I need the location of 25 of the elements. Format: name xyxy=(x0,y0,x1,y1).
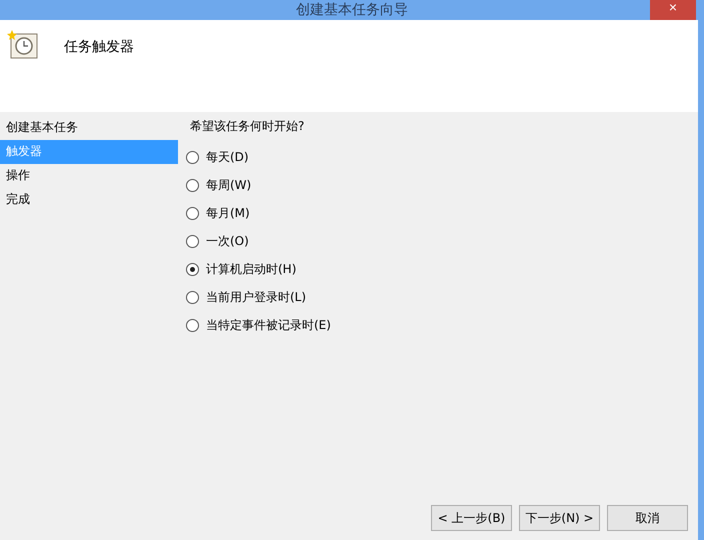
radio-button[interactable] xyxy=(186,262,199,276)
radio-button[interactable] xyxy=(186,178,199,192)
option-label[interactable]: 每周(W) xyxy=(206,176,252,194)
step-item[interactable]: 操作 xyxy=(0,164,178,188)
radio-button[interactable] xyxy=(186,290,199,304)
option-label[interactable]: 计算机启动时(H) xyxy=(206,260,296,278)
radio-button[interactable] xyxy=(186,150,199,164)
radio-button[interactable] xyxy=(186,318,199,332)
option-label[interactable]: 一次(O) xyxy=(206,232,249,250)
clock-icon xyxy=(6,30,40,60)
back-button[interactable]: < 上一步(B) xyxy=(431,505,512,531)
question-text: 希望该任务何时开始? xyxy=(190,118,306,135)
window-title: 创建基本任务向导 xyxy=(296,1,408,19)
close-button[interactable]: × xyxy=(650,0,696,20)
radio-button[interactable] xyxy=(186,234,199,248)
option-label[interactable]: 每天(D) xyxy=(206,148,249,166)
option-label[interactable]: 每月(M) xyxy=(206,204,250,222)
cancel-button[interactable]: 取消 xyxy=(607,505,688,531)
option-label[interactable]: 当前用户登录时(L) xyxy=(206,288,306,306)
step-item[interactable]: 完成 xyxy=(0,188,178,212)
step-item[interactable]: 创建基本任务 xyxy=(0,116,178,140)
header-title: 任务触发器 xyxy=(64,38,134,56)
next-button[interactable]: 下一步(N) > xyxy=(519,505,600,531)
radio-button[interactable] xyxy=(186,206,199,220)
option-label[interactable]: 当特定事件被记录时(E) xyxy=(206,316,331,334)
